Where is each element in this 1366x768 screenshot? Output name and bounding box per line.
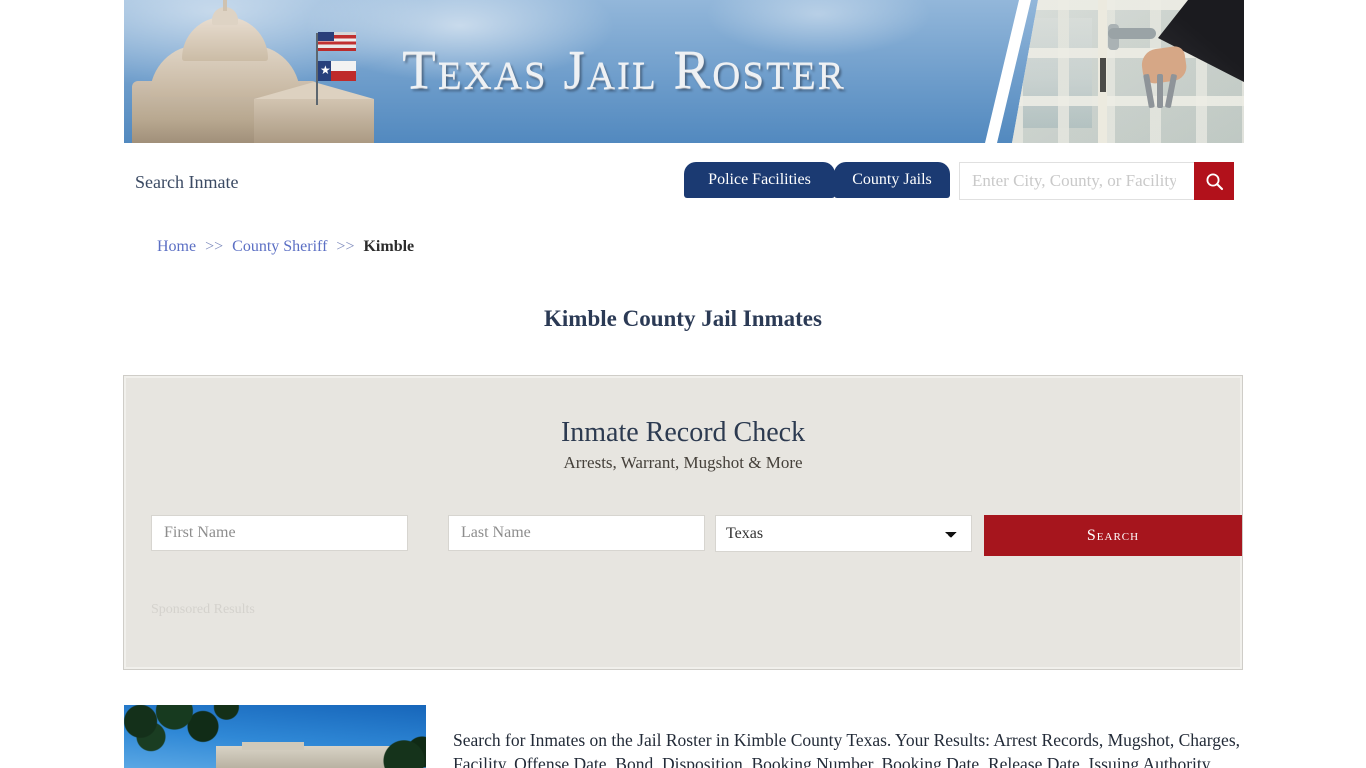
breadcrumb-item-county-sheriff[interactable]: County Sheriff <box>232 238 327 255</box>
site-banner: Texas Jail Roster <box>124 0 1244 143</box>
breadcrumb-separator: >> <box>336 238 355 255</box>
state-select[interactable]: Texas <box>715 515 972 552</box>
breadcrumb: Home >> County Sheriff >> Kimble <box>157 238 414 256</box>
tab-police-facilities[interactable]: Police Facilities <box>684 162 835 198</box>
header-search <box>959 162 1234 200</box>
courthouse-thumbnail <box>124 705 426 768</box>
page-title: Kimble County Jail Inmates <box>544 306 822 332</box>
description-paragraph: Search for Inmates on the Jail Roster in… <box>453 729 1241 768</box>
panel-title: Inmate Record Check <box>560 417 806 448</box>
form-search-button[interactable]: Search <box>984 515 1242 556</box>
inmate-record-check-panel: Inmate Record Check Arrests, Warrant, Mu… <box>123 375 1243 670</box>
panel-subtitle: Arrests, Warrant, Mugshot & More <box>563 453 803 472</box>
breadcrumb-item-home[interactable]: Home <box>157 238 196 255</box>
inmate-search-form: Texas Search <box>151 515 1242 556</box>
search-icon <box>1206 173 1223 190</box>
navigation-bar: Search Inmate Police Facilities County J… <box>124 143 1244 220</box>
brand-label: Search Inmate <box>135 172 239 192</box>
page-root: Texas Jail Roster Search Inmate Police F… <box>0 0 1366 768</box>
sponsored-results-label: Sponsored Results <box>151 602 255 617</box>
tab-county-jails[interactable]: County Jails <box>834 162 950 198</box>
breadcrumb-item-current: Kimble <box>363 238 415 255</box>
last-name-input[interactable] <box>448 515 705 551</box>
search-input[interactable] <box>959 162 1234 200</box>
first-name-input[interactable] <box>151 515 408 551</box>
site-title: Texas Jail Roster <box>402 39 846 100</box>
search-submit-button[interactable] <box>1194 162 1234 200</box>
breadcrumb-separator: >> <box>205 238 224 255</box>
